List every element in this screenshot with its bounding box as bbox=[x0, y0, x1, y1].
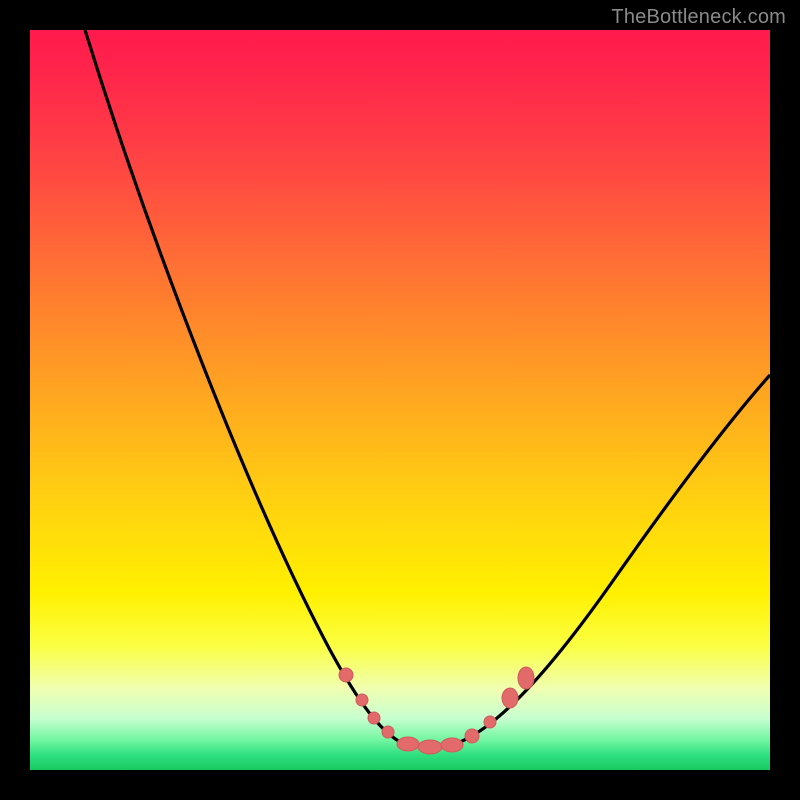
marker-dot bbox=[382, 726, 394, 738]
outer-frame: TheBottleneck.com bbox=[0, 0, 800, 800]
marker-dot bbox=[518, 667, 534, 689]
plot-area bbox=[30, 30, 770, 770]
marker-dot bbox=[397, 737, 419, 751]
marker-dot bbox=[502, 688, 518, 708]
curve-layer bbox=[30, 30, 770, 770]
marker-dot bbox=[465, 729, 479, 743]
marker-dot bbox=[339, 668, 353, 682]
marker-dot bbox=[368, 712, 380, 724]
bottleneck-curve-right bbox=[460, 375, 770, 742]
marker-dot bbox=[418, 740, 442, 754]
watermark-text: TheBottleneck.com bbox=[611, 6, 786, 29]
marker-dot bbox=[441, 738, 463, 752]
marker-dot bbox=[484, 716, 496, 728]
marker-dot bbox=[356, 694, 368, 706]
bottleneck-curve-left bbox=[85, 30, 400, 742]
